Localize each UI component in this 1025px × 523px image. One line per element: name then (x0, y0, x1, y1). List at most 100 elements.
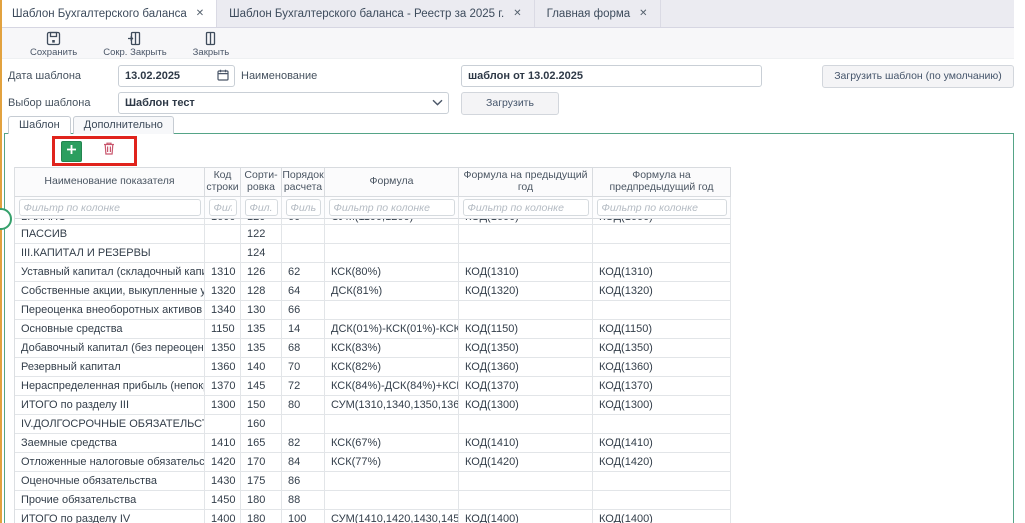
table-row[interactable]: Добавочный капитал (без переоценки)13501… (15, 339, 740, 358)
close-label: Закрыть (193, 47, 230, 58)
table-row[interactable]: Основные средства115013514ДСК(01%)-КСК(0… (15, 320, 740, 339)
cell: 150 (241, 396, 282, 415)
table-row[interactable]: III.КАПИТАЛ И РЕЗЕРВЫ124 (15, 244, 740, 263)
chevron-down-icon[interactable] (432, 97, 443, 109)
cell: Резервный капитал (15, 358, 205, 377)
column-header-3[interactable]: Порядок расчета (282, 167, 325, 197)
calendar-icon[interactable] (217, 69, 229, 84)
cell: ПАССИВ (15, 225, 205, 244)
cell: КОД(1400) (459, 510, 593, 523)
command-toolbar: Сохранить Сокр. Закрыть (0, 28, 1014, 59)
cell: КОД(1370) (593, 377, 731, 396)
grid-body: БАЛАНС160012060СУМ(1100,1200)КОД(1600)КО… (15, 219, 740, 523)
add-row-button[interactable] (61, 141, 82, 162)
column-header-1[interactable]: Код строки (205, 167, 241, 197)
template-date-field[interactable]: 13.02.2025 (118, 65, 235, 87)
tab-label: Шаблон Бухгалтерского баланса - Реестр з… (229, 8, 504, 20)
column-header-6[interactable]: Формула на предпредыдущий год (593, 167, 731, 197)
load-default-template-button[interactable]: Загрузить шаблон (по умолчанию) (822, 65, 1014, 88)
template-name-field[interactable]: шаблон от 13.02.2025 (461, 65, 762, 87)
cell (593, 225, 731, 244)
tab-template[interactable]: Шаблон (8, 116, 71, 134)
cell: 62 (282, 263, 325, 282)
cell (459, 472, 593, 491)
cell: 1340 (205, 301, 241, 320)
cell (459, 244, 593, 263)
cell: КОД(1350) (459, 339, 593, 358)
cell (459, 491, 593, 510)
table-row[interactable]: Прочие обязательства145018088 (15, 491, 740, 510)
cell: Заемные средства (15, 434, 205, 453)
tab-template-balance[interactable]: Шаблон Бухгалтерского баланса ✕ (0, 0, 217, 27)
tab-main-form[interactable]: Главная форма ✕ (535, 0, 661, 27)
window-tab-bar: Шаблон Бухгалтерского баланса ✕ Шаблон Б… (0, 0, 1014, 28)
cell: Уставный капитал (складочный капита... (15, 263, 205, 282)
column-header-5[interactable]: Формула на предыдущий год (459, 167, 593, 197)
column-header-4[interactable]: Формула (325, 167, 459, 197)
table-row[interactable]: Переоценка внеоборотных активов134013066 (15, 301, 740, 320)
table-row[interactable]: ПАССИВ122 (15, 225, 740, 244)
table-row[interactable]: Резервный капитал136014070КСК(82%)КОД(13… (15, 358, 740, 377)
cell: Прочие обязательства (15, 491, 205, 510)
cell: Основные средства (15, 320, 205, 339)
filter-input-1[interactable] (209, 199, 237, 216)
column-header-0[interactable]: Наименование показателя (15, 167, 205, 197)
table-row[interactable]: IV.ДОЛГОСРОЧНЫЕ ОБЯЗАТЕЛЬСТВА160 (15, 415, 740, 434)
table-row[interactable]: Заемные средства141016582КСК(67%)КОД(141… (15, 434, 740, 453)
cell (459, 415, 593, 434)
cell (593, 244, 731, 263)
table-row[interactable]: Оценочные обязательства143017586 (15, 472, 740, 491)
template-select[interactable]: Шаблон тест (118, 92, 449, 114)
table-row[interactable]: Отложенные налоговые обязательства142017… (15, 453, 740, 472)
close-icon[interactable]: ✕ (639, 9, 647, 19)
close-icon[interactable]: ✕ (513, 9, 521, 19)
save-close-icon (127, 31, 143, 46)
app-window: Шаблон Бухгалтерского баланса ✕ Шаблон Б… (0, 0, 1025, 523)
cell: 1320 (205, 282, 241, 301)
filter-input-6[interactable] (597, 199, 727, 216)
table-row[interactable]: Нераспределенная прибыль (непокрыт...137… (15, 377, 740, 396)
table-row[interactable]: Уставный капитал (складочный капита...13… (15, 263, 740, 282)
filter-input-0[interactable] (19, 199, 201, 216)
cell: КСК(82%) (325, 358, 459, 377)
inner-tab-strip: Шаблон Дополнительно (0, 116, 1014, 134)
filter-input-4[interactable] (329, 199, 455, 216)
table-row[interactable]: Собственные акции, выкупленные у ак...13… (15, 282, 740, 301)
left-edge-accent (0, 0, 2, 523)
grid-toolbar (5, 134, 1013, 167)
cell (325, 244, 459, 263)
cell (282, 225, 325, 244)
filter-input-2[interactable] (245, 199, 278, 216)
cell: 88 (282, 491, 325, 510)
filter-input-5[interactable] (463, 199, 589, 216)
cell: 165 (241, 434, 282, 453)
close-icon[interactable]: ✕ (196, 9, 204, 19)
tab-label: Главная форма (547, 8, 631, 20)
tab-additional[interactable]: Дополнительно (73, 116, 174, 134)
load-template-button[interactable]: Загрузить (461, 92, 559, 115)
save-and-close-button[interactable]: Сокр. Закрыть (103, 28, 166, 58)
cell (593, 472, 731, 491)
save-button[interactable]: Сохранить (30, 28, 77, 58)
cell (459, 225, 593, 244)
cell: КОД(1310) (459, 263, 593, 282)
close-button[interactable]: Закрыть (193, 28, 230, 58)
cell: 126 (241, 263, 282, 282)
column-header-2[interactable]: Сорти-ровка (241, 167, 282, 197)
cell: 1430 (205, 472, 241, 491)
filter-input-3[interactable] (286, 199, 321, 216)
save-label: Сохранить (30, 47, 77, 58)
tab-template-registry-2025[interactable]: Шаблон Бухгалтерского баланса - Реестр з… (217, 0, 535, 27)
cell: 70 (282, 358, 325, 377)
table-row[interactable]: ИТОГО по разделу IV1400180100СУМ(1410,14… (15, 510, 740, 523)
cell: 1150 (205, 320, 241, 339)
cell: III.КАПИТАЛ И РЕЗЕРВЫ (15, 244, 205, 263)
table-row[interactable]: ИТОГО по разделу III130015080СУМ(1310,13… (15, 396, 740, 415)
delete-row-button[interactable] (99, 142, 118, 161)
cell: 1350 (205, 339, 241, 358)
cell: КСК(83%) (325, 339, 459, 358)
cell: 86 (282, 472, 325, 491)
cell: КОД(1300) (459, 396, 593, 415)
cell: 1360 (205, 358, 241, 377)
cell: 170 (241, 453, 282, 472)
